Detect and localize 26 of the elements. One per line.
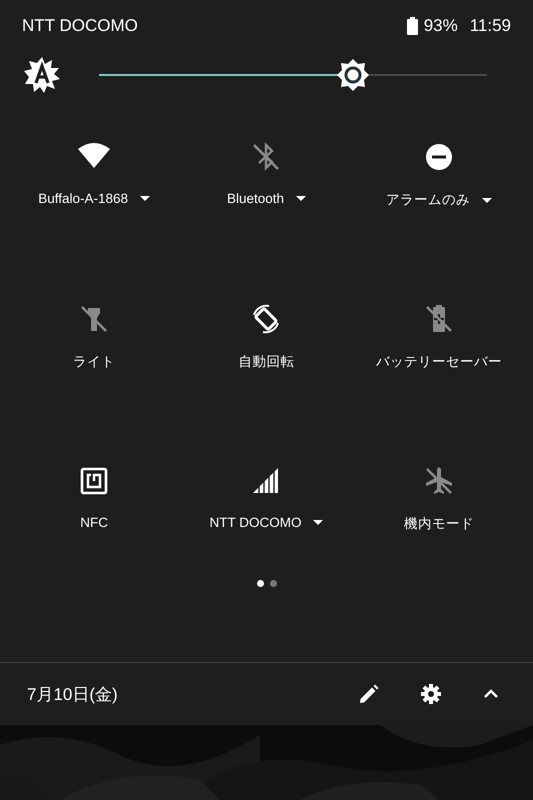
dropdown-caret-icon[interactable] bbox=[482, 198, 492, 202]
carrier-name: NTT DOCOMO bbox=[22, 16, 138, 36]
brightness-slider[interactable] bbox=[99, 58, 487, 92]
battery-icon bbox=[406, 17, 418, 35]
battery-percent: 93% bbox=[424, 16, 458, 36]
slider-thumb[interactable] bbox=[336, 58, 370, 92]
dropdown-caret-icon[interactable] bbox=[313, 520, 324, 525]
collapse-icon[interactable] bbox=[483, 689, 499, 699]
date-label: 7月10日(金) bbox=[27, 684, 118, 706]
tile-label[interactable]: NFC bbox=[80, 515, 108, 530]
tile-label[interactable]: NTT DOCOMO bbox=[209, 515, 302, 530]
tile-label[interactable]: バッテリーセーバー bbox=[376, 353, 502, 371]
tile-label[interactable]: Buffalo-A-1868 bbox=[38, 191, 128, 206]
dropdown-caret-icon[interactable] bbox=[296, 196, 306, 201]
tile-label[interactable]: ライト bbox=[73, 353, 116, 371]
dropdown-caret-icon[interactable] bbox=[140, 196, 150, 201]
tile-label[interactable]: Bluetooth bbox=[226, 191, 284, 206]
tile-label[interactable]: アラームのみ bbox=[386, 191, 470, 209]
page-dot[interactable] bbox=[256, 580, 264, 587]
pencil-icon[interactable] bbox=[359, 684, 379, 704]
auto-brightness-icon[interactable] bbox=[23, 56, 61, 94]
clock: 11:59 bbox=[470, 16, 511, 36]
page-dot[interactable] bbox=[270, 580, 276, 587]
tile-label[interactable]: 機内モード bbox=[404, 515, 474, 533]
tile-label[interactable]: 自動回転 bbox=[238, 353, 294, 371]
settings-icon[interactable] bbox=[421, 684, 441, 704]
